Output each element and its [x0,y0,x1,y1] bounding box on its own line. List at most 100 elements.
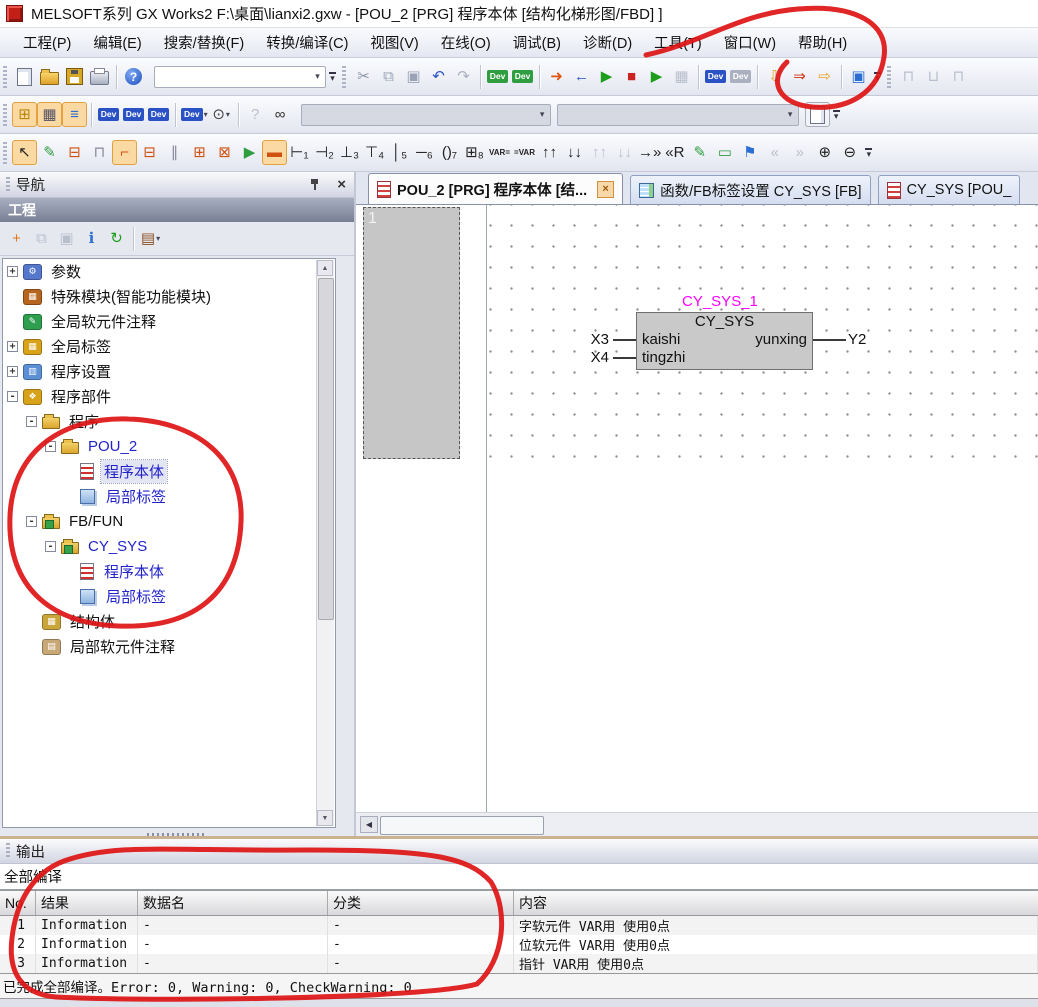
panel-grip[interactable] [6,843,10,859]
pin-icon[interactable] [309,178,321,191]
toolbar-grip[interactable] [3,66,7,88]
start-monitor-icon[interactable]: ▶ [644,64,669,89]
toolbar-grip[interactable] [342,66,346,88]
column-header-category[interactable]: 分类 [328,891,514,915]
fbd-canvas[interactable]: 1 CY_SYS_1 CY_SYS kaishi yunxing tingzhi… [356,205,1038,812]
fbd-edit-icon[interactable]: ▬ [262,140,287,165]
ladder-monitor-icon[interactable]: ⊓ [896,64,921,89]
falling-pulse-gray-icon[interactable]: ↓↓ [612,140,637,165]
menu-help[interactable]: 帮助(H) [787,28,858,57]
scrollbar-thumb[interactable] [380,816,544,835]
falling-pulse-icon[interactable]: ↓↓ [562,140,587,165]
toolbar-overflow-icon[interactable]: ▾ [862,140,875,165]
monitor-batch-icon[interactable]: ▦ [669,64,694,89]
menu-convert-compile[interactable]: 转换/编译(C) [255,28,359,57]
fbd-input-pin-kaishi[interactable]: kaishi [642,331,680,349]
tree-item-program[interactable]: -程序 [3,409,335,434]
tab-fb-label-setting[interactable]: 函数/FB标签设置 CY_SYS [FB] [630,175,870,204]
wire-edit-icon[interactable]: ✎ [687,140,712,165]
network-number-block[interactable]: 1 [363,207,460,459]
open-branch-icon[interactable]: ⊥₃ [337,140,362,165]
tree-item-global-device-comment[interactable]: ✎全局软元件注释 [3,309,335,334]
horizontal-scrollbar[interactable]: ◀ [356,812,1038,837]
fbd-operand-y2[interactable]: Y2 [848,331,866,348]
function-block-icon[interactable]: ⊞₈ [462,140,487,165]
menu-tools[interactable]: 工具(T) [643,28,713,57]
tab-close-icon[interactable]: × [597,181,614,198]
column-header-result[interactable]: 结果 [36,891,138,915]
collapse-icon[interactable]: - [7,391,18,402]
device-display-format-icon[interactable]: Dev▾ [180,102,209,127]
output-table-row[interactable]: 3Information--指针 VAR用 使用0点 [0,954,1038,973]
tree-item-pou2-program-body[interactable]: 程序本体 [3,459,335,484]
copy-data-icon[interactable]: ⧉ [29,226,54,251]
print-icon[interactable] [87,64,112,89]
copy-icon[interactable]: ⧉ [376,64,401,89]
output-table-row[interactable]: 1Information--字软元件 VAR用 使用0点 [0,916,1038,935]
stop-monitor-icon[interactable]: ■ [619,64,644,89]
fbd-operand-x3[interactable]: X3 [577,331,609,348]
find-icon[interactable]: ∞ [268,102,293,127]
toolbar-overflow-icon[interactable]: ▾ [326,64,339,89]
tree-item-fb-fun[interactable]: -FB/FUN [3,509,335,534]
menu-view[interactable]: 视图(V) [359,28,429,57]
device-list-icon[interactable]: Dev [121,102,146,127]
document-search-icon[interactable] [805,102,830,127]
skip-execution-icon[interactable]: ⊓ [946,64,971,89]
window-select-combo-1[interactable]: ▾ [301,104,551,126]
device-test-icon[interactable]: ⊔ [921,64,946,89]
rebuild-all-icon[interactable]: ⇨ [812,64,837,89]
comment-box-icon[interactable]: ▭ [712,140,737,165]
cut-icon[interactable]: ✂ [351,64,376,89]
delete-row-icon[interactable]: ⊞ [187,140,212,165]
open-contact-icon[interactable]: ⊢₁ [287,140,312,165]
vertical-line-icon[interactable]: │₅ [387,140,412,165]
navigation-window-icon[interactable]: ⊞ [12,102,37,127]
paste-data-icon[interactable]: ▣ [54,226,79,251]
expand-icon[interactable]: + [7,266,18,277]
parallel-branch-icon[interactable]: ⊟ [62,140,87,165]
verify-with-plc-icon[interactable]: ▶ [594,64,619,89]
data-property-icon[interactable]: ℹ [79,226,104,251]
read-from-plc-icon[interactable]: Dev [510,64,535,89]
tree-item-parameter[interactable]: +⚙参数 [3,259,335,284]
tree-item-pou[interactable]: -❖程序部件 [3,384,335,409]
close-icon[interactable]: × [337,177,346,192]
insert-column-icon[interactable]: ∥ [162,140,187,165]
new-data-icon[interactable]: + [4,226,29,251]
scroll-up-icon[interactable]: ▲ [317,260,333,276]
menu-edit[interactable]: 编辑(E) [82,28,152,57]
interconnect-mode-icon[interactable]: ✎ [37,140,62,165]
scroll-left-icon[interactable]: ◀ [360,816,378,833]
refresh-view-icon[interactable]: ↻ [104,226,129,251]
menu-debug[interactable]: 调试(B) [502,28,572,57]
coil-icon[interactable]: ()₇ [437,140,462,165]
help-icon[interactable]: ? [121,64,146,89]
tree-item-program-setting[interactable]: +▥程序设置 [3,359,335,384]
module-configuration-icon[interactable]: ▦ [37,102,62,127]
horizontal-line-icon[interactable]: ─₆ [412,140,437,165]
closed-contact-icon[interactable]: ⊣₂ [312,140,337,165]
panel-grip[interactable] [6,177,10,193]
tree-item-cysys-program-body[interactable]: 程序本体 [3,559,335,584]
project-data-combo[interactable]: ▾ [154,66,326,88]
scroll-prev-icon[interactable]: « [762,140,787,165]
toolbar-grip[interactable] [3,104,7,126]
collapse-icon[interactable]: - [45,541,56,552]
menu-window[interactable]: 窗口(W) [713,28,787,57]
comment-edit-icon[interactable]: ▶ [237,140,262,165]
expand-icon[interactable]: + [7,366,18,377]
wire-mode-icon[interactable]: ⌐ [112,140,137,165]
jump-icon[interactable]: →» [637,140,662,165]
upload-from-module-icon[interactable]: ← [569,64,594,89]
tree-item-cy-sys[interactable]: -CY_SYS [3,534,335,559]
monitor-mode-icon[interactable]: ▣ [846,64,871,89]
paste-icon[interactable]: ▣ [401,64,426,89]
expand-icon[interactable]: + [7,341,18,352]
return-icon[interactable]: «R [662,140,687,165]
redo-icon[interactable]: ↷ [451,64,476,89]
scroll-down-icon[interactable]: ▼ [317,810,333,826]
rising-pulse-gray-icon[interactable]: ↑↑ [587,140,612,165]
tab-pou2-program-body[interactable]: POU_2 [PRG] 程序本体 [结...× [368,173,623,204]
column-header-data-name[interactable]: 数据名 [138,891,328,915]
